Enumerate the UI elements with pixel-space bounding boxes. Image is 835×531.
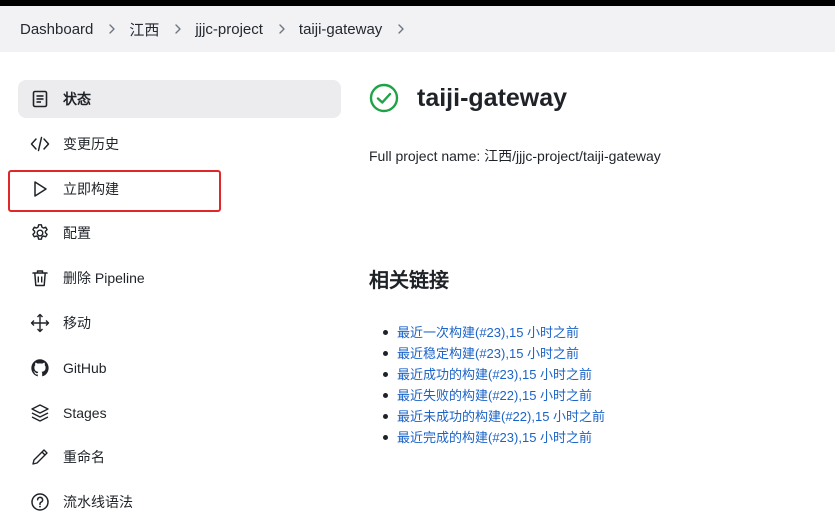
breadcrumb-dashboard[interactable]: Dashboard bbox=[20, 21, 93, 38]
chevron-right-icon[interactable] bbox=[172, 23, 184, 35]
play-icon bbox=[30, 179, 50, 199]
list-item: 最近未成功的构建(#22),15 小时之前 bbox=[383, 406, 819, 427]
chevron-right-icon[interactable] bbox=[395, 23, 407, 35]
sidebar-item-label: 状态 bbox=[63, 91, 91, 107]
sidebar-item-move[interactable]: 移动 bbox=[18, 304, 341, 342]
sidebar-item-label: 重命名 bbox=[63, 449, 105, 466]
link-last-completed-build[interactable]: 最近完成的构建(#23),15 小时之前 bbox=[397, 430, 592, 445]
sidebar-item-label: 立即构建 bbox=[63, 180, 119, 197]
sidebar-item-label: 配置 bbox=[63, 225, 91, 242]
sidebar-item-stages[interactable]: Stages bbox=[18, 394, 341, 432]
sidebar-item-build-now[interactable]: 立即构建 bbox=[18, 170, 341, 208]
full-project-name: Full project name: 江西/jjjc-project/taiji… bbox=[369, 148, 661, 164]
gear-icon bbox=[30, 223, 50, 243]
related-links-list: 最近一次构建(#23),15 小时之前 最近稳定构建(#23),15 小时之前 … bbox=[369, 322, 819, 448]
link-last-failed-build[interactable]: 最近失败的构建(#22),15 小时之前 bbox=[397, 388, 592, 403]
document-icon bbox=[30, 89, 50, 109]
sidebar-item-delete-pipeline[interactable]: 删除 Pipeline bbox=[18, 259, 341, 297]
check-circle-icon bbox=[369, 83, 399, 113]
sidebar: 状态 变更历史 立即构建 配置 删除 Pipeline 移动 GitHub St… bbox=[18, 80, 341, 528]
list-item: 最近完成的构建(#23),15 小时之前 bbox=[383, 427, 819, 448]
list-item: 最近稳定构建(#23),15 小时之前 bbox=[383, 343, 819, 364]
sidebar-item-rename[interactable]: 重命名 bbox=[18, 438, 341, 476]
breadcrumb-taiji-gateway[interactable]: taiji-gateway bbox=[299, 21, 382, 38]
sidebar-item-pipeline-syntax[interactable]: 流水线语法 bbox=[18, 483, 341, 521]
chevron-right-icon[interactable] bbox=[276, 23, 288, 35]
breadcrumb: Dashboard 江西 jjjc-project taiji-gateway bbox=[0, 6, 835, 52]
related-links-heading: 相关链接 bbox=[369, 270, 449, 292]
breadcrumb-jjjc-project[interactable]: jjjc-project bbox=[195, 21, 263, 38]
pencil-icon bbox=[30, 447, 50, 467]
main-content: taiji-gateway Full project name: 江西/jjjc… bbox=[369, 80, 819, 448]
code-icon bbox=[30, 134, 50, 154]
github-icon bbox=[30, 358, 50, 378]
page-title: taiji-gateway bbox=[417, 83, 568, 112]
link-last-stable-build[interactable]: 最近稳定构建(#23),15 小时之前 bbox=[397, 346, 579, 361]
sidebar-item-configure[interactable]: 配置 bbox=[18, 214, 341, 252]
sidebar-item-status[interactable]: 状态 bbox=[18, 80, 341, 118]
layers-icon bbox=[30, 403, 50, 423]
list-item: 最近一次构建(#23),15 小时之前 bbox=[383, 322, 819, 343]
sidebar-item-label: Stages bbox=[63, 404, 107, 421]
sidebar-item-github[interactable]: GitHub bbox=[18, 349, 341, 387]
sidebar-item-label: GitHub bbox=[63, 359, 107, 376]
sidebar-item-label: 变更历史 bbox=[63, 135, 119, 152]
link-last-successful-build[interactable]: 最近成功的构建(#23),15 小时之前 bbox=[397, 367, 592, 382]
help-icon bbox=[30, 492, 50, 512]
sidebar-item-label: 移动 bbox=[63, 314, 91, 331]
sidebar-item-label: 删除 Pipeline bbox=[63, 270, 145, 287]
link-last-unsuccessful-build[interactable]: 最近未成功的构建(#22),15 小时之前 bbox=[397, 409, 605, 424]
list-item: 最近失败的构建(#22),15 小时之前 bbox=[383, 385, 819, 406]
trash-icon bbox=[30, 268, 50, 288]
chevron-right-icon[interactable] bbox=[106, 23, 118, 35]
title-row: taiji-gateway bbox=[369, 80, 819, 116]
sidebar-item-changes[interactable]: 变更历史 bbox=[18, 125, 341, 163]
breadcrumb-jiangxi[interactable]: 江西 bbox=[129, 19, 159, 40]
list-item: 最近成功的构建(#23),15 小时之前 bbox=[383, 364, 819, 385]
sidebar-item-label: 流水线语法 bbox=[63, 494, 133, 511]
link-last-build[interactable]: 最近一次构建(#23),15 小时之前 bbox=[397, 325, 579, 340]
move-icon bbox=[30, 313, 50, 333]
